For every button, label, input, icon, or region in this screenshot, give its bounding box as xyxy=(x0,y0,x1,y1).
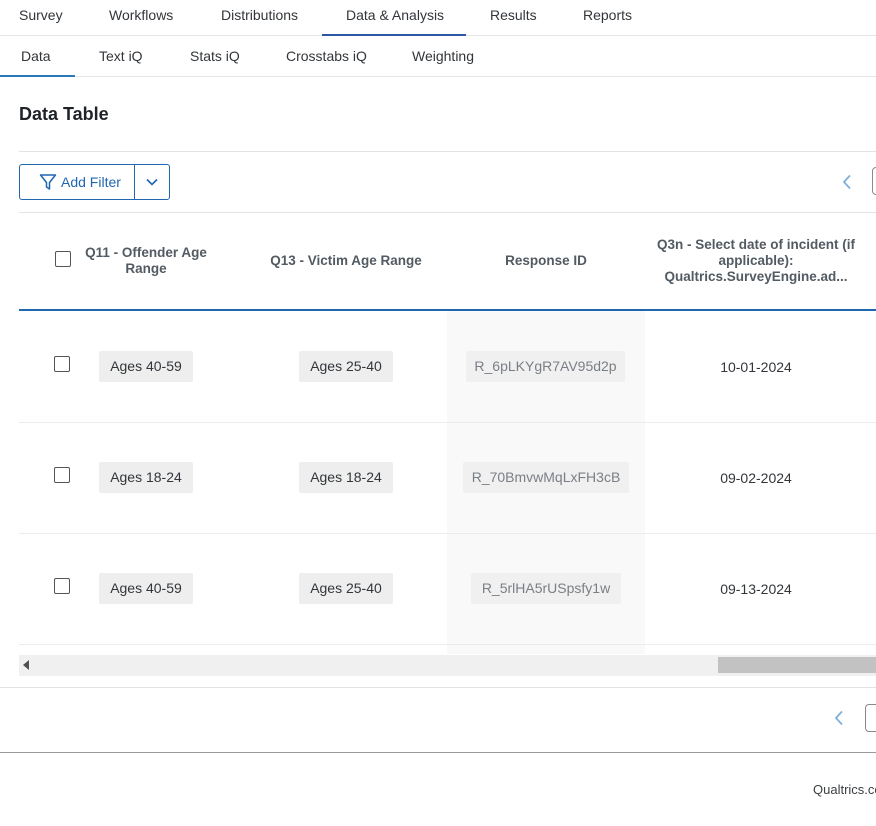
chevron-left-icon xyxy=(834,710,844,726)
horizontal-scrollbar[interactable] xyxy=(19,655,876,676)
subtab-stats-iq[interactable]: Stats iQ xyxy=(190,36,240,77)
row-checkbox[interactable] xyxy=(54,578,70,594)
response-id-cell: R_6pLKYgR7AV95d2p xyxy=(466,351,625,382)
subtab-crosstabs-iq[interactable]: Crosstabs iQ xyxy=(286,36,367,77)
tab-survey[interactable]: Survey xyxy=(19,0,63,36)
page-number-input[interactable] xyxy=(872,167,876,195)
incident-date-cell: 09-02-2024 xyxy=(720,470,792,486)
offender-age-cell: Ages 40-59 xyxy=(99,573,193,604)
subtab-weighting[interactable]: Weighting xyxy=(412,36,474,77)
tab-distributions[interactable]: Distributions xyxy=(221,0,298,36)
column-header-victim-age[interactable]: Q13 - Victim Age Range xyxy=(259,213,433,309)
victim-age-cell: Ages 25-40 xyxy=(299,573,393,604)
column-header-response-id[interactable]: Response ID xyxy=(447,213,645,309)
chevron-left-icon xyxy=(842,174,852,190)
row-checkbox[interactable] xyxy=(54,356,70,372)
victim-age-cell: Ages 25-40 xyxy=(299,351,393,382)
previous-page-button[interactable] xyxy=(836,170,858,194)
add-filter-button[interactable]: Add Filter xyxy=(20,165,136,199)
scroll-left-arrow-icon[interactable] xyxy=(23,660,29,670)
row-checkbox[interactable] xyxy=(54,467,70,483)
page-number-input-bottom[interactable] xyxy=(865,704,876,732)
offender-age-cell: Ages 18-24 xyxy=(99,462,193,493)
select-all-checkbox[interactable] xyxy=(55,251,71,267)
previous-page-button-bottom[interactable] xyxy=(828,706,850,730)
response-id-cell: R_5rlHA5rUSpsfy1w xyxy=(471,573,621,604)
response-id-cell: R_70BmvwMqLxFH3cB xyxy=(463,462,629,493)
scrollbar-thumb[interactable] xyxy=(718,657,876,673)
table-row: Ages 18-24 Ages 18-24 R_70BmvwMqLxFH3cB … xyxy=(19,423,876,534)
divider xyxy=(0,752,876,753)
column-header-incident-date[interactable]: Q3n - Select date of incident (if applic… xyxy=(656,213,856,309)
sub-navigation: Data Text iQ Stats iQ Crosstabs iQ Weigh… xyxy=(0,36,876,77)
divider xyxy=(0,687,876,688)
filter-dropdown-button[interactable] xyxy=(135,165,169,199)
incident-date-cell: 09-13-2024 xyxy=(720,581,792,597)
page-title: Data Table xyxy=(19,104,109,124)
offender-age-cell: Ages 40-59 xyxy=(99,351,193,382)
footer-link[interactable]: Qualtrics.co xyxy=(813,782,876,797)
table-row: Ages 40-59 Ages 25-40 R_6pLKYgR7AV95d2p … xyxy=(19,312,876,423)
filter-button-group: Add Filter xyxy=(19,164,170,200)
column-header-offender-age[interactable]: Q11 - Offender Age Range xyxy=(81,213,211,309)
tab-results[interactable]: Results xyxy=(490,0,537,36)
subtab-data[interactable]: Data xyxy=(0,36,75,77)
table-row: Ages 40-59 Ages 25-40 R_5rlHA5rUSpsfy1w … xyxy=(19,534,876,645)
tab-workflows[interactable]: Workflows xyxy=(109,0,173,36)
top-navigation: Survey Workflows Distributions Data & An… xyxy=(0,0,876,36)
tab-data-analysis[interactable]: Data & Analysis xyxy=(322,0,466,36)
table-header: Q11 - Offender Age Range Q13 - Victim Ag… xyxy=(19,213,876,311)
tab-reports[interactable]: Reports xyxy=(583,0,632,36)
subtab-text-iq[interactable]: Text iQ xyxy=(99,36,143,77)
funnel-icon xyxy=(39,173,57,191)
add-filter-label: Add Filter xyxy=(61,174,121,190)
incident-date-cell: 10-01-2024 xyxy=(720,359,792,375)
chevron-down-icon xyxy=(146,178,158,186)
victim-age-cell: Ages 18-24 xyxy=(299,462,393,493)
divider xyxy=(19,151,876,152)
